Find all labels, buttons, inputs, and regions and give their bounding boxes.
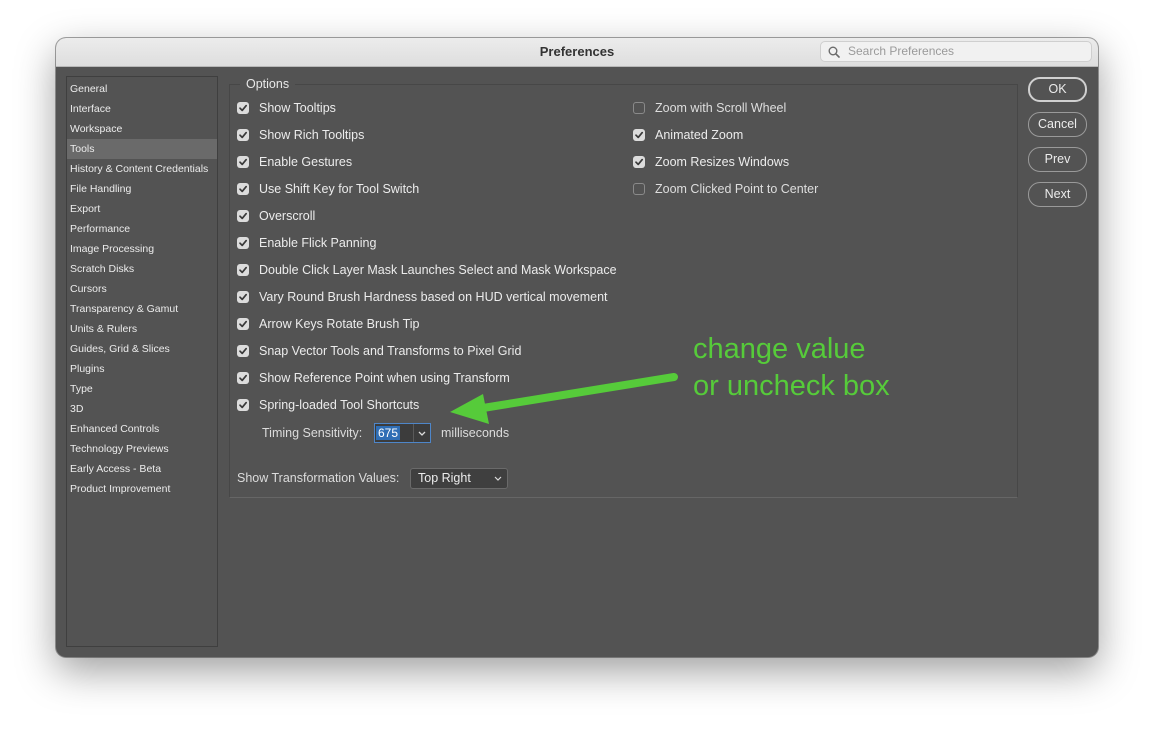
annotation-text: change value or uncheck box — [693, 331, 890, 405]
annotation-line-1: change value — [693, 333, 866, 365]
annotation-arrow — [450, 373, 678, 424]
annotation-line-2: or uncheck box — [693, 370, 890, 402]
